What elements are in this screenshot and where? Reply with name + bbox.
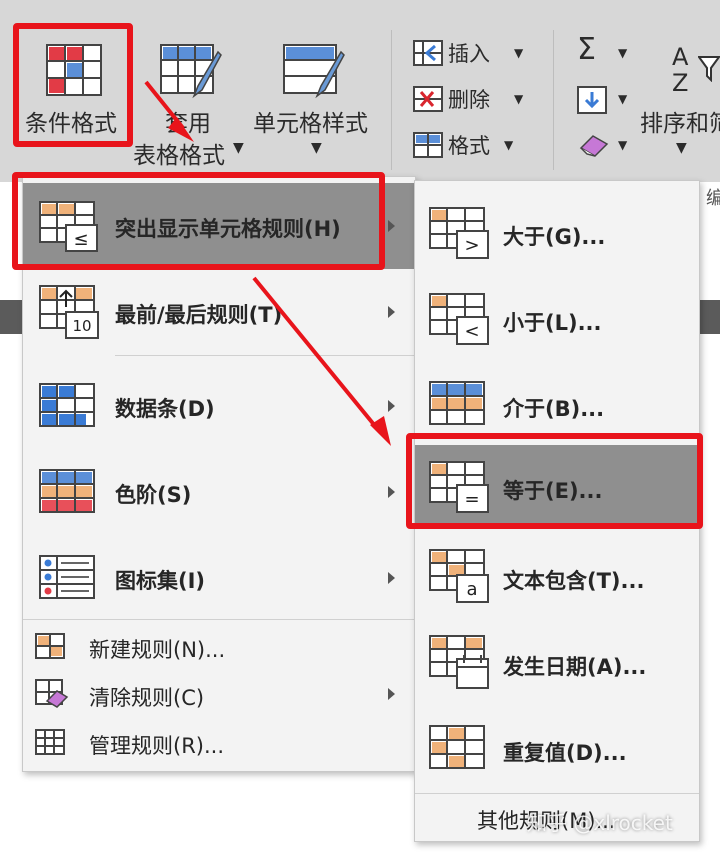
top-ten-badge: 10 <box>72 317 91 335</box>
icon-sets-icon <box>39 555 97 605</box>
less-than-glyph: < <box>464 321 479 342</box>
autosum-dropdown-icon[interactable]: ▼ <box>618 46 627 60</box>
sort-filter-label[interactable]: 排序和筛 <box>640 104 720 138</box>
less-than-icon: < <box>429 293 491 351</box>
submenu-item-less-than[interactable]: < 小于(L)... <box>415 275 699 361</box>
table-format-label-1[interactable]: 套用 <box>165 104 211 138</box>
highlight-box-highlight-rules <box>12 172 385 270</box>
data-bars-icon <box>39 383 97 433</box>
manage-rules-icon <box>35 729 65 759</box>
submenu-arrow-icon <box>388 220 395 232</box>
delete-label[interactable]: 删除 <box>448 84 490 114</box>
between-icon <box>429 381 487 431</box>
menu-item-label: 管理规则(R)... <box>89 734 225 758</box>
menu-item-data-bars[interactable]: 数据条(D) <box>23 363 415 449</box>
menu-item-clear-rules[interactable]: 清除规则(C) <box>23 671 415 717</box>
insert-dropdown-icon[interactable]: ▼ <box>514 46 523 60</box>
menu-divider <box>415 793 699 794</box>
table-format-label-2[interactable]: 表格格式 <box>133 136 225 170</box>
editing-group-label: 编 <box>706 188 720 209</box>
table-format-dropdown-icon[interactable]: ▼ <box>233 140 244 156</box>
new-rule-icon <box>35 633 65 663</box>
format-label[interactable]: 格式 <box>448 130 490 160</box>
submenu-item-duplicate-values[interactable]: 重复值(D)... <box>415 705 699 791</box>
menu-item-manage-rules[interactable]: 管理规则(R)... <box>23 719 415 765</box>
submenu-item-label: 介于(B)... <box>503 397 605 421</box>
menu-item-new-rule[interactable]: 新建规则(N)... <box>23 623 415 669</box>
highlight-box-equal-to <box>406 433 703 529</box>
autosum-icon[interactable]: Σ <box>577 32 596 67</box>
submenu-item-label: 发生日期(A)... <box>503 655 647 679</box>
submenu-item-text-contains[interactable]: a 文本包含(T)... <box>415 533 699 619</box>
submenu-arrow-icon <box>388 306 395 318</box>
submenu-item-label: 文本包含(T)... <box>503 569 645 593</box>
clear-dropdown-icon[interactable]: ▼ <box>618 138 627 152</box>
sort-filter-dropdown-icon[interactable]: ▼ <box>676 140 687 156</box>
format-icon[interactable] <box>413 132 443 162</box>
cell-style-icon[interactable] <box>283 44 345 104</box>
text-contains-icon: a <box>429 549 491 609</box>
format-dropdown-icon[interactable]: ▼ <box>504 138 513 152</box>
top-bottom-icon: 10 <box>39 285 101 345</box>
submenu-arrow-icon <box>388 400 395 412</box>
menu-item-label: 新建规则(N)... <box>89 638 226 662</box>
delete-dropdown-icon[interactable]: ▼ <box>514 92 523 106</box>
insert-label[interactable]: 插入 <box>448 38 490 68</box>
menu-item-top-bottom-rules[interactable]: 10 最前/最后规则(T) <box>23 269 415 355</box>
clear-rules-icon <box>35 679 69 713</box>
greater-than-icon: > <box>429 207 491 265</box>
menu-item-icon-sets[interactable]: 图标集(I) <box>23 535 415 621</box>
fill-dropdown-icon[interactable]: ▼ <box>618 92 627 106</box>
insert-icon[interactable] <box>413 40 443 70</box>
submenu-arrow-icon <box>388 688 395 700</box>
delete-icon[interactable] <box>413 86 443 116</box>
submenu-arrow-icon <box>388 486 395 498</box>
table-format-icon[interactable] <box>160 44 222 104</box>
duplicate-values-icon <box>429 725 487 775</box>
cell-style-label[interactable]: 单元格样式 <box>253 104 368 138</box>
menu-item-label: 图标集(I) <box>115 569 206 593</box>
highlight-box-conditional-format <box>13 23 133 147</box>
menu-item-label: 数据条(D) <box>115 397 215 421</box>
submenu-item-label: 大于(G)... <box>503 225 606 249</box>
cell-style-dropdown-icon[interactable]: ▼ <box>311 140 322 156</box>
text-a-glyph: a <box>466 579 477 600</box>
color-scales-icon <box>39 469 97 519</box>
submenu-item-date-occurring[interactable]: 发生日期(A)... <box>415 619 699 705</box>
menu-divider <box>115 355 415 356</box>
submenu-item-greater-than[interactable]: > 大于(G)... <box>415 189 699 275</box>
submenu-item-label: 小于(L)... <box>503 311 602 335</box>
menu-item-color-scales[interactable]: 色阶(S) <box>23 449 415 535</box>
menu-item-label: 色阶(S) <box>115 483 192 507</box>
calendar-icon <box>429 635 491 695</box>
menu-item-label: 最前/最后规则(T) <box>115 303 283 327</box>
watermark: 知乎 @xlrocket <box>527 811 673 835</box>
greater-than-glyph: > <box>464 235 479 256</box>
sort-az-icon[interactable]: A Z <box>672 44 698 96</box>
menu-item-label: 清除规则(C) <box>89 686 205 710</box>
submenu-item-label: 重复值(D)... <box>503 741 627 765</box>
submenu-arrow-icon <box>388 572 395 584</box>
filter-icon[interactable] <box>697 56 720 86</box>
menu-divider <box>23 619 415 620</box>
fill-icon[interactable] <box>577 86 607 118</box>
clear-icon[interactable] <box>577 130 611 162</box>
